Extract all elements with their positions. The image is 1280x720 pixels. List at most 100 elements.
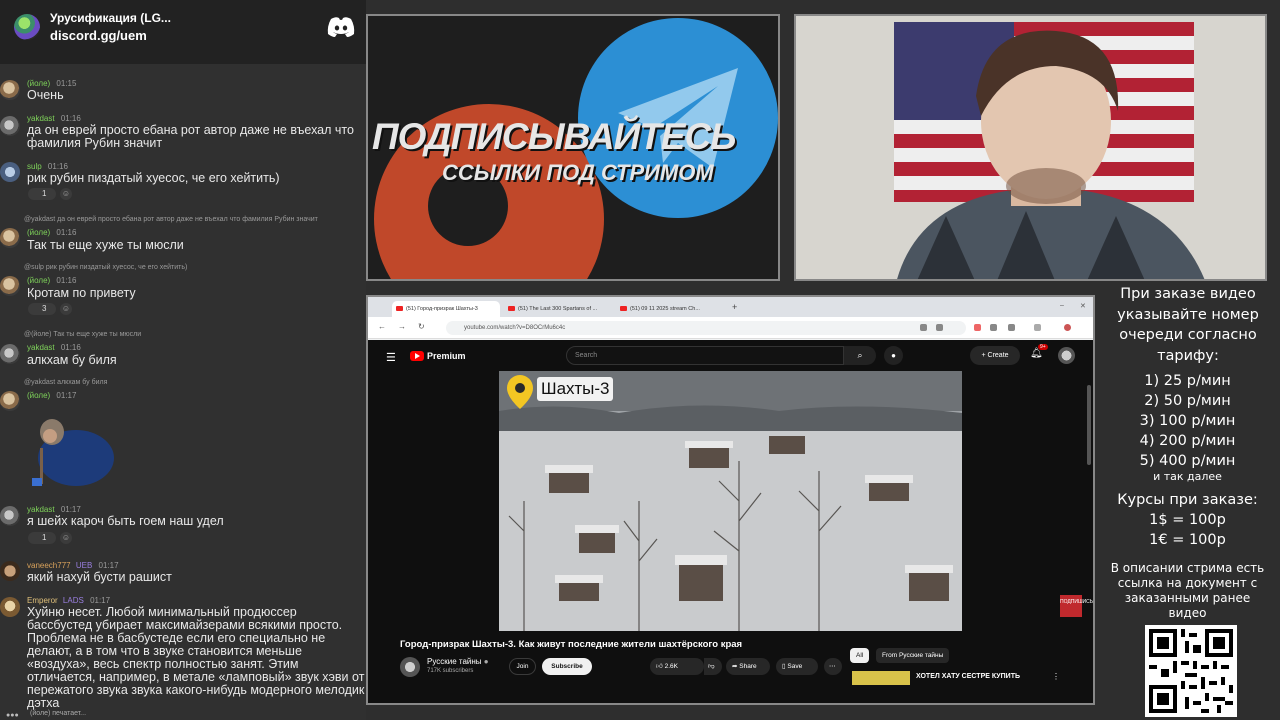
server-icon[interactable] [14, 14, 40, 40]
youtube-page: ☰ Premium Search ⌕ ● + Create 🔔︎ 9+ Шахт… [368, 340, 1093, 703]
extension-icon[interactable] [990, 324, 997, 331]
tab-title: (51) 09 11 2025 stream Ch... [630, 306, 700, 312]
youtube-favicon-icon [396, 306, 403, 311]
tab-title: (51) Город-призрак Шахты-3 [406, 306, 478, 312]
server-invite-link[interactable]: discord.gg/uem [50, 28, 147, 43]
save-button[interactable]: ▯ Save [776, 658, 818, 675]
webcam-feed [794, 14, 1267, 281]
notification-count-badge: 9+ [1038, 344, 1048, 350]
subscribe-watermark[interactable]: ПОДПИШИСЬ [1060, 595, 1093, 617]
extension-icon[interactable] [920, 324, 927, 331]
qr-code-icon[interactable] [1145, 625, 1237, 717]
streamer-silhouette-icon [897, 30, 1205, 279]
create-button[interactable]: + Create [970, 346, 1020, 365]
rate-usd: 1$ = 100р [1149, 512, 1226, 528]
rate-eur: 1€ = 100р [1149, 532, 1226, 548]
role-badge: LADS [62, 596, 84, 605]
video-player[interactable]: Шахты-3 [499, 371, 962, 631]
extension-icon[interactable] [974, 324, 981, 331]
subscribe-button[interactable]: Subscribe [542, 658, 592, 675]
avatar[interactable] [0, 116, 20, 136]
microphone-icon[interactable]: ● [884, 346, 903, 365]
avatar[interactable] [0, 597, 20, 617]
search-input[interactable]: Search [566, 346, 844, 365]
timestamp: 01:15 [56, 79, 77, 88]
discord-chat-panel: Урусификация (LG... discord.gg/uem (йоле… [0, 0, 366, 720]
url-field[interactable]: youtube.com/watch?v=D8OCrMu6c4c [446, 321, 966, 335]
add-reaction-icon[interactable]: ☺ [60, 188, 72, 200]
reply-preview[interactable]: @(йоле) Так ты еще хуже ты мюсли [24, 331, 141, 338]
back-icon[interactable]: ← [378, 322, 386, 331]
share-icon: ➦ [732, 663, 738, 670]
reaction-chip[interactable]: 1 [28, 188, 56, 200]
recommended-video-title[interactable]: ХОТЕЛ ХАТУ СЕСТРЕ КУПИТЬ [916, 673, 1020, 680]
verified-icon: ● [483, 657, 489, 666]
join-button[interactable]: Join [509, 658, 536, 675]
browser-tab[interactable]: (51) Город-призрак Шахты-3 [392, 301, 500, 317]
share-button[interactable]: ➦ Share [726, 658, 770, 675]
username[interactable]: Emperor [27, 596, 58, 605]
username[interactable]: yakdast [27, 505, 55, 514]
search-icon[interactable]: ⌕ [844, 346, 876, 365]
like-button[interactable]: 👍︎ 2.6K [650, 658, 704, 675]
more-actions-icon[interactable]: ⋯ [824, 658, 842, 675]
channel-name[interactable]: Русские тайны ● [427, 657, 489, 666]
reaction-chip[interactable]: 3 [28, 303, 56, 315]
reply-preview[interactable]: @yakdast алкхам бу биля [24, 379, 107, 386]
tariff-5: 5) 400 р/мин [1139, 453, 1236, 469]
reaction-count: 1 [42, 189, 47, 198]
timestamp: 01:17 [56, 391, 77, 400]
minimize-icon[interactable]: – [1060, 302, 1064, 309]
username[interactable]: yakdast [27, 343, 55, 352]
browser-tab[interactable]: (51) The Last 300 Spartans of ... [504, 301, 612, 317]
extension-icon[interactable] [1008, 324, 1015, 331]
tariff-2: 2) 50 р/мин [1144, 393, 1231, 409]
username[interactable]: vaneech777 [27, 561, 71, 570]
add-reaction-icon[interactable]: ☺ [60, 303, 72, 315]
avatar[interactable] [0, 276, 20, 296]
chip-from-channel[interactable]: From Русские тайны [876, 648, 950, 663]
avatar[interactable] [0, 80, 20, 100]
avatar[interactable] [0, 228, 20, 248]
page-scrollbar[interactable] [1087, 385, 1091, 465]
username[interactable]: (йоле) [27, 79, 50, 88]
avatar[interactable] [0, 561, 20, 581]
recommended-video-thumbnail[interactable] [852, 671, 910, 685]
reply-preview[interactable]: @sulp рик рубин пиздатый хуесос, че его … [24, 264, 187, 271]
sticker-image[interactable] [28, 410, 118, 490]
extension-icon[interactable] [1034, 324, 1041, 331]
close-icon[interactable]: ✕ [1080, 302, 1086, 310]
username[interactable]: (йоле) [27, 228, 50, 237]
subscribe-banner: ПОДПИСЫВАЙТЕСЬ ССЫЛКИ ПОД СТРИМОМ [366, 14, 780, 281]
username[interactable]: yakdast [27, 114, 55, 123]
youtube-brand[interactable]: Premium [427, 351, 466, 361]
chip-all[interactable]: All [850, 648, 870, 663]
new-tab-icon[interactable]: + [732, 302, 737, 312]
profile-icon[interactable] [1064, 324, 1071, 331]
reaction-chip[interactable]: 1 [28, 532, 56, 544]
username[interactable]: (йоле) [27, 276, 50, 285]
channel-name-text: Русские тайны [427, 657, 482, 666]
username[interactable]: sulp [27, 162, 42, 171]
forward-icon[interactable]: → [398, 322, 406, 331]
more-options-icon[interactable]: ⋮ [1052, 672, 1060, 681]
channel-avatar[interactable] [400, 657, 420, 677]
account-avatar[interactable] [1058, 347, 1075, 364]
banner-subtitle: ССЫЛКИ ПОД СТРИМОМ [442, 160, 714, 185]
avatar[interactable] [0, 344, 20, 364]
avatar[interactable] [0, 162, 20, 182]
hamburger-menu-icon[interactable]: ☰ [386, 351, 396, 364]
youtube-logo-icon[interactable] [410, 351, 424, 361]
add-reaction-icon[interactable]: ☺ [60, 532, 72, 544]
thumbs-down-icon: 👎︎ [708, 663, 715, 670]
reply-preview[interactable]: @yakdast да он еврей просто ебана рот ав… [24, 216, 318, 223]
avatar[interactable] [0, 391, 20, 411]
tariff-4: 4) 200 р/мин [1139, 433, 1236, 449]
username[interactable]: (йоле) [27, 391, 50, 400]
reload-icon[interactable]: ↻ [418, 322, 425, 331]
avatar[interactable] [0, 506, 20, 526]
discord-logo-icon [327, 17, 355, 37]
dislike-button[interactable]: 👎︎ [704, 658, 722, 675]
extension-icon[interactable] [936, 324, 943, 331]
browser-tab[interactable]: (51) 09 11 2025 stream Ch... [616, 301, 724, 317]
